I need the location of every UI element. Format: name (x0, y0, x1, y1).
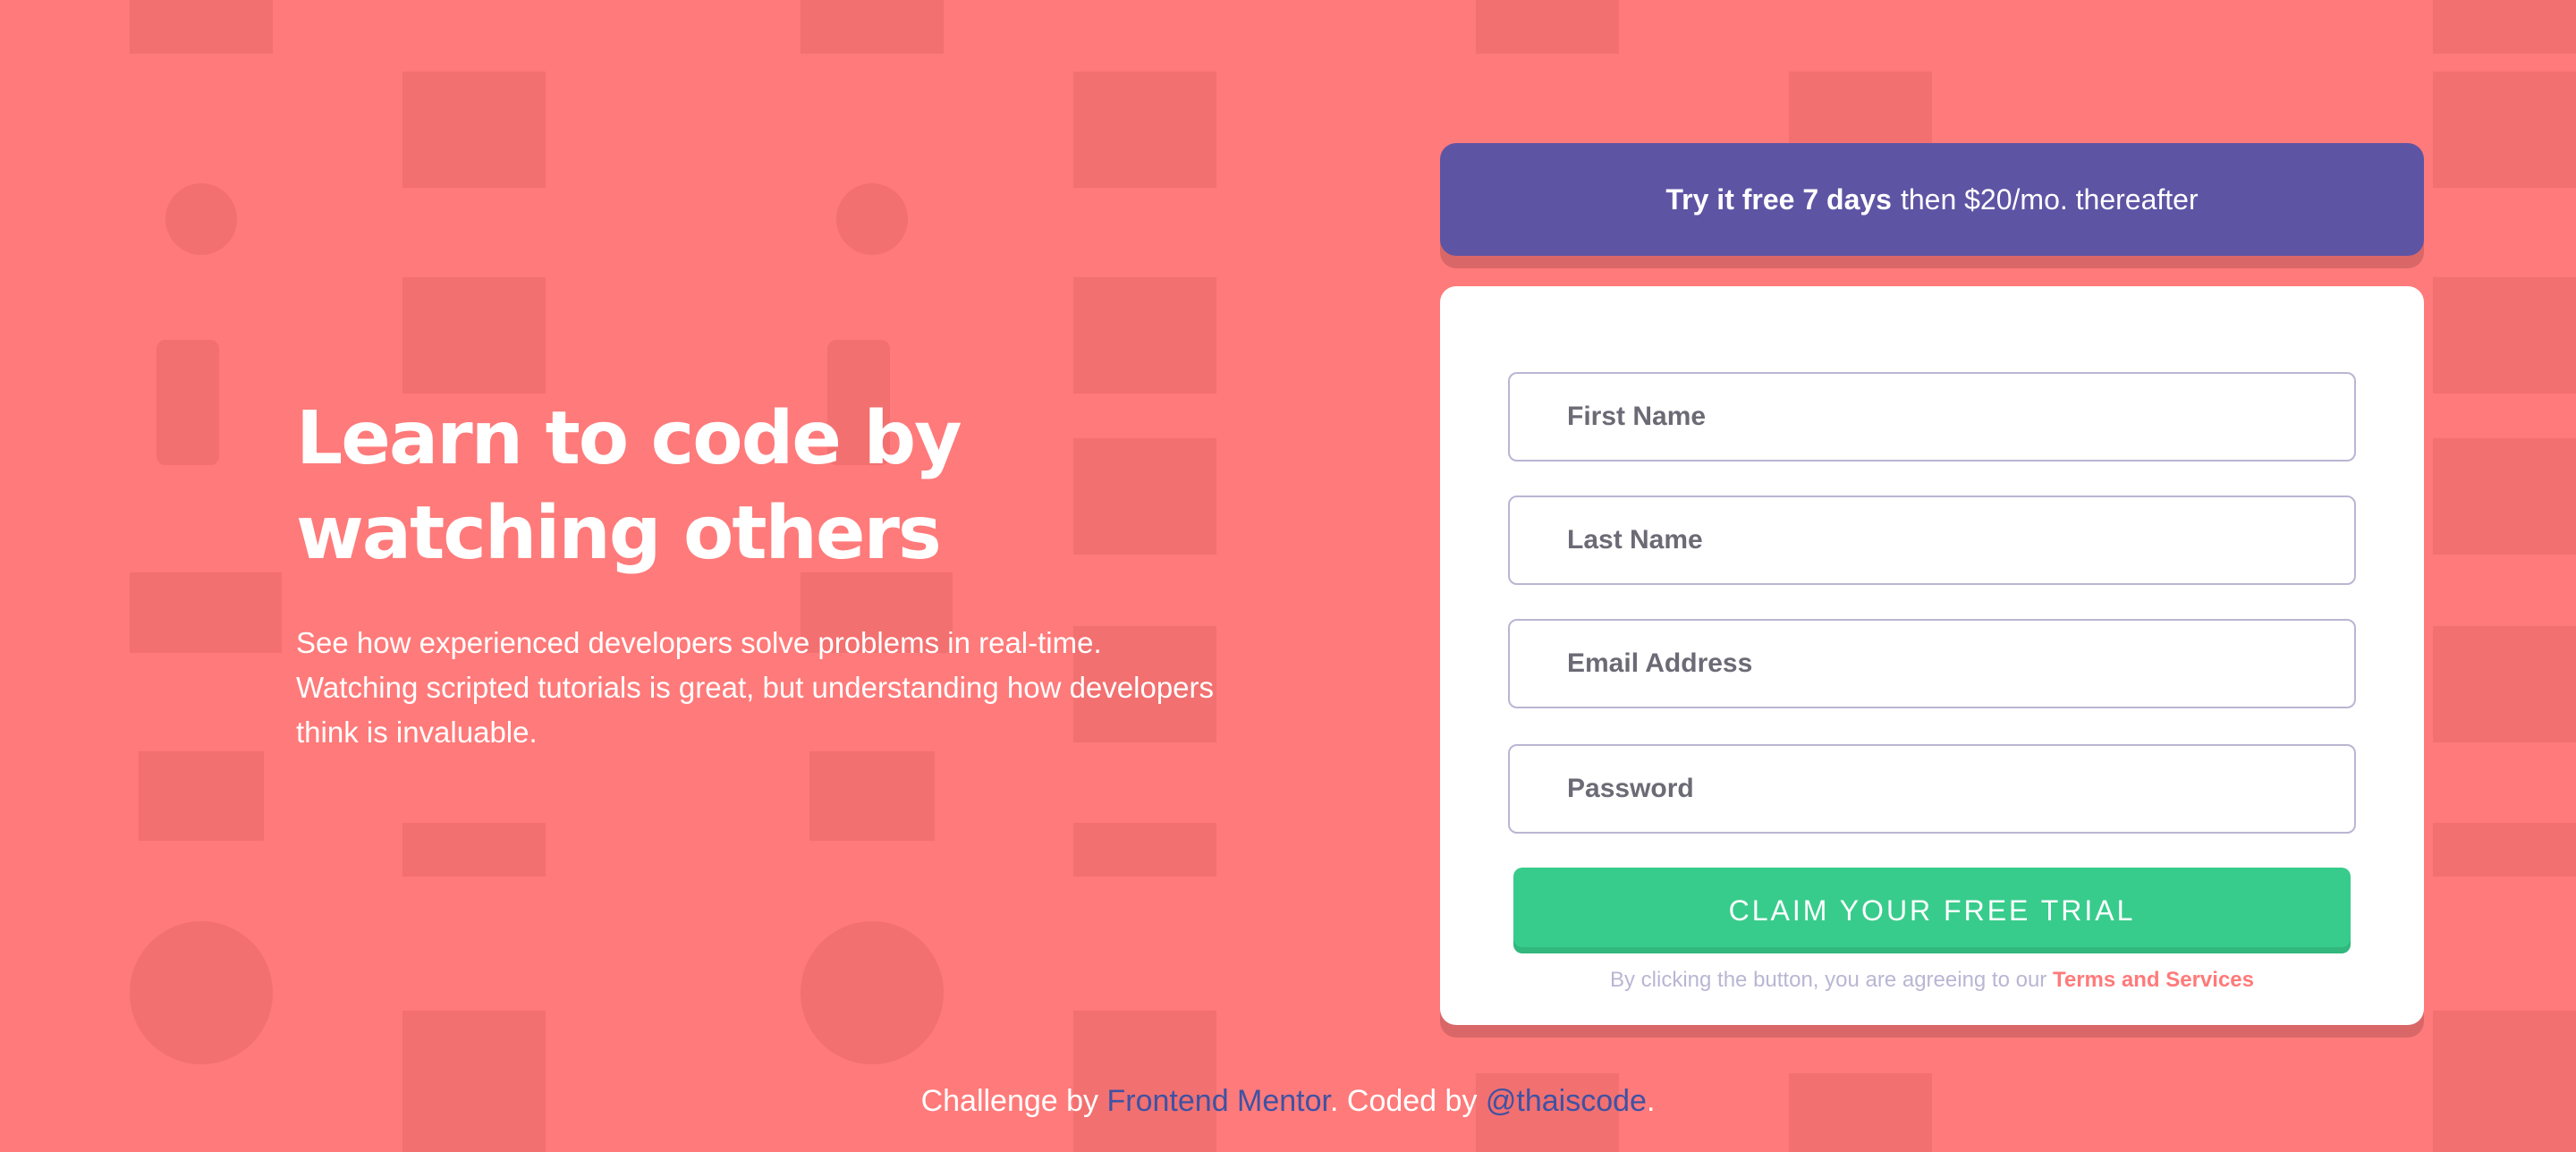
footer-suffix: . (1646, 1084, 1656, 1118)
phone-icon (157, 340, 219, 465)
frontend-mentor-link[interactable]: Frontend Mentor (1107, 1084, 1330, 1118)
password-input[interactable] (1508, 744, 2356, 834)
claim-trial-button[interactable]: CLAIM YOUR FREE TRIAL (1513, 868, 2351, 953)
house-icon (130, 0, 273, 54)
cart-icon (809, 751, 935, 841)
email-input[interactable] (1508, 619, 2356, 708)
toolbox-icon (402, 72, 546, 188)
promo-banner: Try it free 7 days then $20/mo. thereaft… (1440, 143, 2424, 256)
folder-gear-icon (2433, 438, 2576, 555)
terms-link[interactable]: Terms and Services (2053, 968, 2254, 992)
key-icon (402, 823, 546, 877)
footer-prefix: Challenge by (920, 1084, 1099, 1118)
last-name-input[interactable] (1508, 496, 2356, 585)
document-icon (2433, 277, 2576, 394)
footer-middle: . Coded by (1330, 1084, 1478, 1118)
hero-title-line1: Learn to code by (296, 396, 962, 481)
browser-icon (1073, 1011, 1216, 1152)
search-icon (2433, 626, 2576, 742)
house-icon (2433, 0, 2576, 54)
hero-title: Learn to code by watching others (296, 392, 1226, 581)
document-icon (1073, 277, 1216, 394)
browser-icon (2433, 1011, 2576, 1152)
house-icon (1476, 0, 1619, 54)
hero-description: See how experienced developers solve pro… (296, 626, 1215, 749)
hero-section: Learn to code by watching others See how… (296, 392, 1226, 755)
terms-notice: By clicking the button, you are agreeing… (1440, 968, 2424, 993)
lifebuoy-icon (130, 921, 273, 1064)
key-icon (2433, 823, 2576, 877)
document-icon (402, 277, 546, 394)
lifebuoy-icon (801, 921, 944, 1064)
toolbox-icon (2433, 72, 2576, 188)
house-icon (801, 0, 944, 54)
network-icon (836, 183, 908, 255)
browser-icon (402, 1011, 546, 1152)
author-link[interactable]: @thaiscode (1486, 1084, 1647, 1118)
first-name-input[interactable] (1508, 372, 2356, 462)
promo-bold-text: Try it free 7 days (1665, 182, 1892, 216)
pencil-icon (130, 572, 282, 653)
terms-prefix: By clicking the button, you are agreeing… (1610, 968, 2047, 992)
cart-icon (139, 751, 264, 841)
toolbox-icon (1073, 72, 1216, 188)
key-icon (1073, 823, 1216, 877)
promo-text: then $20/mo. thereafter (1900, 182, 2199, 216)
attribution-footer: Challenge by Frontend Mentor. Coded by @… (0, 1084, 2576, 1119)
hero-title-line2: watching others (296, 491, 942, 576)
signup-form: CLAIM YOUR FREE TRIAL By clicking the bu… (1440, 286, 2424, 1025)
network-icon (165, 183, 237, 255)
